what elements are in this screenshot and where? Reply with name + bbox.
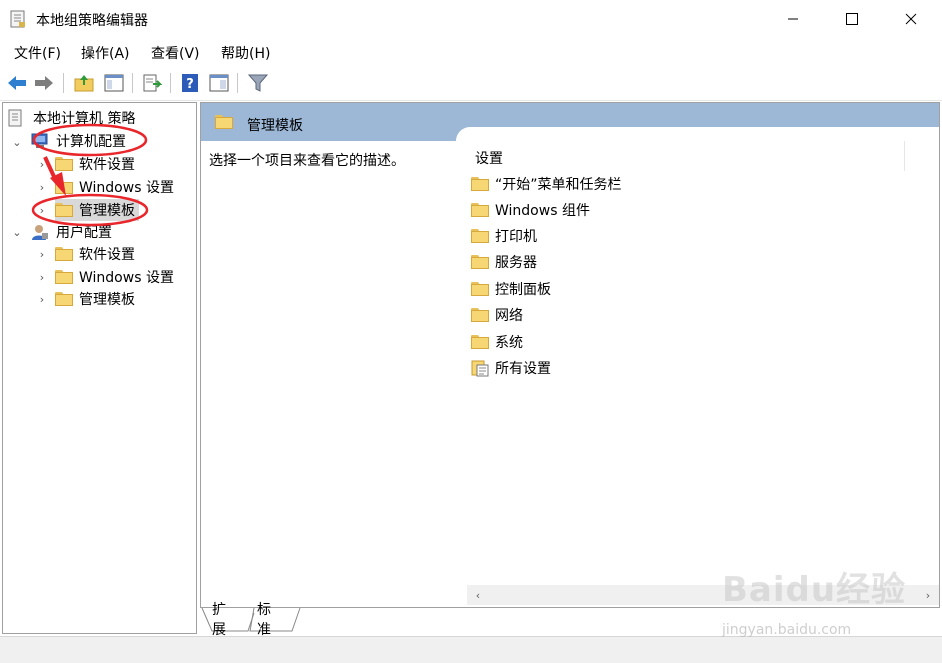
user-icon (31, 223, 49, 241)
menu-file[interactable]: 文件(F) (14, 43, 61, 63)
properties-icon[interactable] (207, 71, 231, 95)
chevron-right-icon[interactable]: › (37, 243, 47, 265)
folder-icon (471, 177, 489, 191)
export-list-icon[interactable] (140, 71, 164, 95)
up-folder-icon[interactable] (72, 71, 96, 95)
folder-icon (55, 270, 73, 284)
menu-action[interactable]: 操作(A) (81, 43, 130, 63)
folder-icon (471, 229, 489, 243)
svg-text:?: ? (186, 77, 194, 92)
list-item-start-menu-taskbar[interactable]: “开始”菜单和任务栏 (471, 172, 622, 196)
filter-icon[interactable] (246, 71, 270, 95)
window-title: 本地组策略编辑器 (36, 13, 148, 29)
menu-bar: 文件(F) 操作(A) 查看(V) 帮助(H) (0, 38, 942, 66)
details-header-curve (456, 127, 939, 147)
chevron-right-icon[interactable]: › (37, 288, 47, 310)
tree-item-computer-software-settings[interactable]: 软件设置 (55, 153, 135, 175)
tree-item-label: 管理模板 (79, 203, 135, 219)
show-hide-tree-icon[interactable] (102, 71, 126, 95)
scroll-left-icon[interactable]: ‹ (469, 585, 487, 605)
forward-icon[interactable] (32, 71, 56, 95)
tree-item-computer-admin-templates[interactable]: 管理模板 (55, 199, 139, 221)
menu-help[interactable]: 帮助(H) (221, 43, 270, 63)
details-header-title: 管理模板 (247, 118, 303, 134)
folder-icon (215, 115, 233, 129)
tab-extended[interactable]: 扩展 (212, 602, 226, 638)
computer-icon (31, 132, 49, 150)
tree-item-user-software-settings[interactable]: 软件设置 (55, 243, 135, 265)
folder-icon (471, 308, 489, 322)
list-item-label: 控制面板 (495, 282, 551, 298)
list-item-server[interactable]: 服务器 (471, 250, 537, 274)
tree-item-user-configuration[interactable]: 用户配置 (31, 221, 112, 243)
list-item-label: 网络 (495, 308, 523, 324)
tree-item-local-computer-policy[interactable]: 本地计算机 策略 (7, 107, 135, 129)
folder-icon (55, 247, 73, 261)
folder-icon (471, 255, 489, 269)
list-item-windows-components[interactable]: Windows 组件 (471, 198, 590, 222)
baidu-watermark-url: jingyan.baidu.com (722, 622, 852, 638)
toolbar: ? (0, 66, 942, 101)
list-item-label: 打印机 (495, 229, 537, 245)
tree-item-label: Windows 设置 (79, 270, 174, 286)
column-divider[interactable] (904, 141, 905, 171)
list-item-network[interactable]: 网络 (471, 303, 523, 327)
all-settings-icon (471, 359, 489, 377)
folder-icon (55, 292, 73, 306)
description-text: 选择一个项目来查看它的描述。 (209, 153, 405, 169)
folder-icon (471, 335, 489, 349)
folder-icon (471, 203, 489, 217)
chevron-down-icon[interactable]: ⌄ (12, 131, 22, 153)
toolbar-separator (237, 73, 238, 93)
tree-item-label: 本地计算机 策略 (33, 111, 136, 127)
tree-item-label: Windows 设置 (79, 180, 174, 196)
tree-item-label: 软件设置 (79, 157, 135, 173)
chevron-right-icon[interactable]: › (37, 153, 47, 175)
details-pane: 管理模板 选择一个项目来查看它的描述。 设置 “开始”菜单和任务栏 Window… (200, 102, 940, 608)
list-item-label: 服务器 (495, 255, 537, 271)
status-bar (0, 636, 942, 663)
list-item-label: 所有设置 (495, 361, 551, 377)
list-item-system[interactable]: 系统 (471, 330, 523, 354)
maximize-button[interactable] (822, 0, 882, 38)
chevron-down-icon[interactable]: ⌄ (12, 221, 22, 243)
folder-icon (471, 282, 489, 296)
policy-editor-app-icon (10, 10, 26, 28)
tree-item-label: 用户配置 (56, 225, 112, 241)
scroll-right-icon[interactable]: › (919, 585, 937, 605)
toolbar-separator (132, 73, 133, 93)
tree-item-user-admin-templates[interactable]: 管理模板 (55, 288, 135, 310)
tab-standard[interactable]: 标准 (257, 602, 271, 638)
folder-icon (55, 203, 73, 217)
list-item-label: “开始”菜单和任务栏 (495, 177, 622, 193)
tree-item-label: 管理模板 (79, 292, 135, 308)
list-item-label: Windows 组件 (495, 203, 590, 219)
close-button[interactable] (881, 0, 941, 38)
chevron-right-icon[interactable]: › (37, 199, 47, 221)
tree-item-user-windows-settings[interactable]: Windows 设置 (55, 266, 174, 288)
list-item-all-settings[interactable]: 所有设置 (471, 356, 551, 380)
console-tree-pane: 本地计算机 策略 ⌄ 计算机配置 › 软件设置 › Windows 设置 › 管… (2, 102, 197, 634)
help-icon[interactable]: ? (178, 71, 202, 95)
folder-icon (55, 180, 73, 194)
tree-item-label: 软件设置 (79, 247, 135, 263)
folder-icon (55, 157, 73, 171)
tree-item-computer-configuration[interactable]: 计算机配置 (31, 130, 126, 152)
chevron-right-icon[interactable]: › (37, 176, 47, 198)
title-bar: 本地组策略编辑器 (0, 0, 942, 38)
minimize-button[interactable] (763, 0, 823, 38)
menu-view[interactable]: 查看(V) (151, 43, 200, 63)
tree-item-computer-windows-settings[interactable]: Windows 设置 (55, 176, 174, 198)
back-icon[interactable] (5, 71, 29, 95)
baidu-watermark-logo: Baidu经验 (722, 570, 907, 610)
tree-item-label: 计算机配置 (56, 134, 126, 150)
list-item-printers[interactable]: 打印机 (471, 224, 537, 248)
list-item-label: 系统 (495, 335, 523, 351)
toolbar-separator (170, 73, 171, 93)
chevron-right-icon[interactable]: › (37, 266, 47, 288)
toolbar-separator (63, 73, 64, 93)
policy-document-icon (7, 109, 25, 127)
column-header-setting[interactable]: 设置 (475, 148, 503, 168)
list-item-control-panel[interactable]: 控制面板 (471, 277, 551, 301)
